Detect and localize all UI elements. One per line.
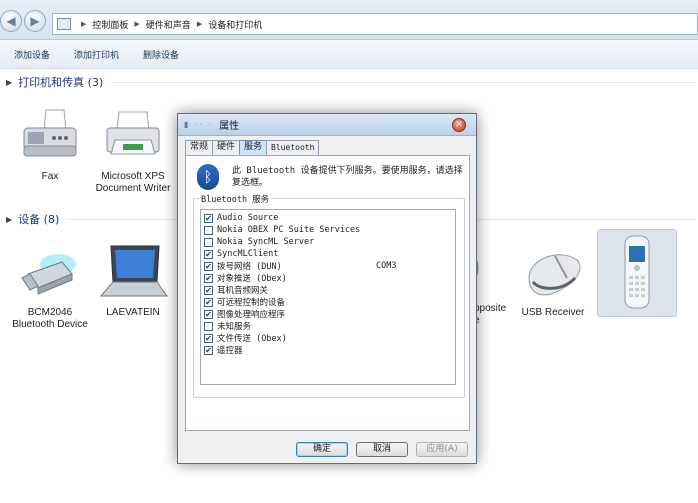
service-item[interactable]: ✔ 拨号网络 (DUN) COM3 bbox=[201, 260, 455, 272]
device-label: e bbox=[474, 315, 500, 327]
control-panel-icon bbox=[57, 18, 71, 30]
expand-icon: ▶ bbox=[6, 77, 13, 87]
device-label: BCM2046 Bluetooth Device bbox=[12, 307, 88, 330]
fax-icon bbox=[23, 109, 77, 157]
device-usb-receiver[interactable]: USB Receiver bbox=[513, 244, 593, 319]
services-panel: ᛒ 此 Bluetooth 设备提供下列服务。要使用服务，请选择复选框。 Blu… bbox=[185, 155, 470, 431]
printer-icon bbox=[106, 111, 160, 155]
forward-icon: ▶ bbox=[30, 14, 40, 28]
service-checkbox[interactable] bbox=[204, 225, 213, 235]
service-checkbox[interactable]: ✔ bbox=[204, 285, 213, 295]
device-fax[interactable]: Fax bbox=[10, 108, 90, 183]
mobile-phone-icon bbox=[624, 235, 650, 309]
cancel-button[interactable]: 取消 bbox=[356, 442, 408, 457]
device-label: oposite bbox=[474, 303, 507, 314]
service-name: 遥控器 bbox=[217, 346, 243, 356]
service-checkbox[interactable]: ✔ bbox=[204, 309, 213, 319]
service-name: 未知服务 bbox=[217, 322, 252, 332]
service-checkbox[interactable]: ✔ bbox=[204, 213, 213, 223]
close-button[interactable]: ✕ bbox=[452, 118, 466, 132]
command-bar: 添加设备 添加打印机 删除设备 bbox=[0, 40, 698, 69]
expand-icon: ▶ bbox=[6, 214, 13, 224]
service-name: 耳机音频网关 bbox=[217, 286, 269, 296]
address-bar: ◀ ▶ ▶ 控制面板 ▶ 硬件和声音 ▶ 设备和打印机 bbox=[0, 0, 698, 40]
service-checkbox[interactable]: ✔ bbox=[204, 333, 213, 343]
chevron-right-icon: ▶ bbox=[196, 20, 203, 28]
bluetooth-icon: ᛒ bbox=[197, 164, 219, 190]
device-label: USB Receiver bbox=[521, 307, 585, 318]
tab-bluetooth[interactable]: Bluetooth bbox=[266, 140, 320, 155]
service-item[interactable]: ✔ 对象推送 (Obex) bbox=[201, 272, 455, 284]
service-item[interactable]: 未知服务 bbox=[201, 320, 455, 332]
service-name: 图像处理响应程序 bbox=[217, 310, 286, 320]
service-checkbox[interactable]: ✔ bbox=[204, 345, 213, 355]
breadcrumb-item-control-panel[interactable]: 控制面板 bbox=[92, 18, 128, 31]
properties-dialog: ▮ ·· · 属性 ✕ 常规 硬件 服务 Bluetooth ᛒ 此 Bluet… bbox=[177, 113, 477, 464]
service-item[interactable]: Nokia SyncML Server bbox=[201, 236, 455, 248]
bluetooth-services-group: Bluetooth 服务 ✔ Audio Source Nokia OBEX PC … bbox=[193, 193, 465, 398]
chevron-right-icon: ▶ bbox=[134, 20, 140, 28]
mouse-icon bbox=[528, 254, 581, 296]
service-item[interactable]: ✔ 图像处理响应程序 bbox=[201, 308, 455, 320]
service-name: Audio Source bbox=[217, 213, 279, 223]
usb-bluetooth-dongle-icon bbox=[21, 254, 76, 295]
add-device-button[interactable]: 添加设备 bbox=[14, 48, 50, 61]
services-list[interactable]: ✔ Audio Source Nokia OBEX PC Suite Service… bbox=[200, 209, 456, 385]
device-laevatein[interactable]: LAEVATEIN bbox=[93, 244, 173, 319]
tab-strip: 常规 硬件 服务 Bluetooth bbox=[185, 140, 320, 155]
dialog-titlebar[interactable]: ▮ ·· · 属性 bbox=[178, 114, 476, 136]
service-port: COM3 bbox=[376, 261, 397, 271]
dialog-icon: ▮ ·· · bbox=[184, 120, 214, 129]
service-name: 拨号网络 (DUN) bbox=[217, 262, 282, 272]
forward-button[interactable]: ▶ bbox=[24, 10, 46, 32]
back-button[interactable]: ◀ bbox=[0, 10, 22, 32]
service-name: 可远程控制的设备 bbox=[217, 298, 286, 308]
service-name: Nokia SyncML Server bbox=[217, 237, 315, 247]
service-checkbox[interactable] bbox=[204, 321, 213, 331]
laptop-icon bbox=[99, 245, 168, 297]
breadcrumb[interactable]: ▶ 控制面板 ▶ 硬件和声音 ▶ 设备和打印机 bbox=[52, 13, 698, 35]
group-label: Bluetooth 服务 bbox=[199, 193, 272, 205]
chevron-right-icon: ▶ bbox=[81, 20, 87, 28]
service-item[interactable]: ✔ 遥控器 bbox=[201, 344, 455, 356]
service-name: 对象推送 (Obex) bbox=[217, 274, 287, 284]
service-checkbox[interactable]: ✔ bbox=[204, 261, 213, 271]
service-name: 文件传送 (Obex) bbox=[217, 334, 287, 344]
service-checkbox[interactable]: ✔ bbox=[204, 249, 213, 259]
remove-device-button[interactable]: 删除设备 bbox=[143, 48, 179, 61]
device-label: LAEVATEIN bbox=[106, 307, 160, 318]
device-label: Microsoft XPS Document Writer bbox=[95, 171, 171, 194]
printers-group-title: 打印机和传真 (3) bbox=[18, 76, 104, 89]
device-bcm2046[interactable]: BCM2046 Bluetooth Device bbox=[10, 244, 90, 331]
apply-button[interactable]: 应用(A) bbox=[416, 442, 468, 457]
ok-button[interactable]: 确定 bbox=[296, 442, 348, 457]
breadcrumb-item-devices-printers[interactable]: 设备和打印机 bbox=[208, 18, 262, 31]
breadcrumb-item-hardware-sound[interactable]: 硬件和声音 bbox=[146, 18, 191, 31]
device-xps-writer[interactable]: Microsoft XPS Document Writer bbox=[93, 108, 173, 195]
service-item[interactable]: ✔ Audio Source bbox=[201, 212, 455, 224]
dialog-title: 属性 bbox=[219, 121, 240, 132]
service-name: Nokia OBEX PC Suite Services bbox=[217, 225, 361, 235]
services-description: 此 Bluetooth 设备提供下列服务。要使用服务，请选择复选框。 bbox=[232, 166, 463, 188]
back-icon: ◀ bbox=[6, 14, 16, 28]
devices-group-title: 设备 (8) bbox=[18, 213, 60, 226]
device-label: Fax bbox=[41, 171, 59, 182]
service-checkbox[interactable]: ✔ bbox=[204, 273, 213, 283]
service-name: SyncMLClient bbox=[217, 249, 279, 259]
group-divider bbox=[111, 81, 696, 83]
service-checkbox[interactable] bbox=[204, 237, 213, 247]
service-item[interactable]: ✔ 可远程控制的设备 bbox=[201, 296, 455, 308]
service-item[interactable]: ✔ 耳机音频网关 bbox=[201, 284, 455, 296]
tab-services[interactable]: 服务 bbox=[239, 140, 268, 155]
add-printer-button[interactable]: 添加打印机 bbox=[74, 48, 119, 61]
service-item[interactable]: ✔ 文件传送 (Obex) bbox=[201, 332, 455, 344]
close-icon: ✕ bbox=[455, 120, 463, 130]
service-item[interactable]: Nokia OBEX PC Suite Services bbox=[201, 224, 455, 236]
device-mobile-phone-selected[interactable] bbox=[597, 229, 677, 317]
service-checkbox[interactable]: ✔ bbox=[204, 297, 213, 307]
tab-hardware[interactable]: 硬件 bbox=[212, 140, 241, 155]
service-item[interactable]: ✔ SyncMLClient bbox=[201, 248, 455, 260]
printers-group-header[interactable]: ▶ 打印机和传真 (3) bbox=[6, 74, 696, 90]
tab-general[interactable]: 常规 bbox=[185, 140, 214, 155]
